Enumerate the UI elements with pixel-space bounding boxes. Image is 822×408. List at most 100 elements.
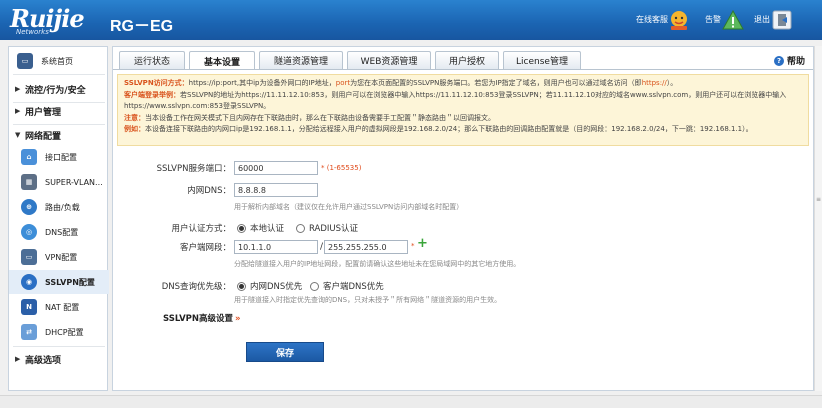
customer-service-icon[interactable] [668,9,690,31]
sidebar-group-flow-control[interactable]: ▶ 流控/行为/安全 [9,77,109,101]
sidebar-item-label: SSLVPN配置 [45,277,95,287]
sslvpn-globe-icon: ◉ [21,274,37,290]
sidebar-item-label: DHCP配置 [45,327,84,337]
product-name: RG－EG [110,18,174,35]
sidebar-item-label: NAT 配置 [45,302,80,312]
info-line-example: 客户端登录举例：若SSLVPN的地址为https://11.11.12.10:8… [124,90,802,102]
help-button[interactable]: ? 帮助 [773,54,805,67]
main-panel: 运行状态 基本设置 隧道资源管理 WEB资源管理 用户授权 License管理 … [112,46,814,391]
chevron-right-icon: » [235,314,241,324]
sidebar-group-advanced[interactable]: ▶ 高级选项 [9,347,109,371]
sidebar-item-nat[interactable]: N NAT 配置 [9,295,109,319]
sidebar-item-label: SUPER-VLAN... [45,177,103,187]
info-text: https://www.sslvpn.com:853登录SSLVPN。 [124,102,271,110]
right-scrollbar[interactable]: ≡ [814,46,822,391]
nat-icon: N [21,299,37,315]
vlan-icon: ▦ [21,174,37,190]
divider [13,74,105,75]
bottom-status-bar [0,395,822,408]
sidebar-item-label: 路由/负载 [45,202,80,212]
sslvpn-port-input[interactable] [234,161,318,175]
info-label: SSLVPN访问方式： [124,79,189,87]
auth-method-label: 用户认证方式： [171,224,231,234]
sidebar-item-label: DNS配置 [45,227,79,237]
info-label: 客户端登录举例： [124,90,180,99]
intranet-dns-label: 内网DNS： [187,186,231,196]
collapse-arrow-icon: ▼ [15,131,21,139]
auth-local-radio[interactable]: 本地认证 [237,222,284,234]
tab-tunnel-resources[interactable]: 隧道资源管理 [259,51,343,69]
sidebar-item-dns[interactable]: ◎ DNS配置 [9,220,109,244]
info-line-note: 注意：当本设备工作在网关模式下且内网存在下联路由时，那么在下联路由设备需要手工配… [124,113,802,125]
info-text: 为您在本页面配置的SSLVPN服务端口。若您为IP指定了域名，则用户也可以通过域… [350,79,642,87]
sidebar-item-dhcp[interactable]: ⇄ DHCP配置 [9,320,109,344]
dns-hint: 用于解析内部域名（建议仅在允许用户通过SSLVPN访问内部域名时配置） [234,203,464,211]
vpn-monitor-icon: ▭ [21,249,37,265]
tab-web-resources[interactable]: WEB资源管理 [347,51,431,69]
sidebar-group-network-config[interactable]: ▼ 网络配置 [9,123,109,147]
interface-icon: ⌂ [21,149,37,165]
dns-priority-hint: 用于隧道接入时指定优先查询的DNS，只对未授予＂所有网络＂隧道资源的用户生效。 [234,296,502,304]
info-line-access: SSLVPN访问方式：https://ip:port,其中ip为设备外网口的IP… [124,78,802,90]
sidebar-item-routing[interactable]: ⊕ 路由/负载 [9,195,109,219]
sslvpn-advanced-settings-link[interactable]: SSLVPN高级设置» [163,312,241,324]
logo-subtitle: Networks [16,28,49,36]
tab-basic-settings[interactable]: 基本设置 [189,51,255,70]
radio-unselected-icon [296,223,305,233]
info-line-for-example: 例如：本设备连接下联路由的内网口ip是192.168.1.1，分配给远程接入用户… [124,124,802,136]
routing-icon: ⊕ [21,199,37,215]
add-segment-plus-icon[interactable]: + [417,236,428,251]
segment-required-marker: * [411,242,415,250]
intranet-dns-input[interactable] [234,183,318,197]
info-label: 例如： [124,125,145,133]
radio-label: 客户端DNS优先 [323,282,384,292]
logout-link[interactable]: 退出 [754,14,770,25]
sidebar-group-label: 高级选项 [25,355,62,366]
tab-run-status[interactable]: 运行状态 [119,51,185,69]
help-label: 帮助 [786,57,805,67]
radio-label: 本地认证 [250,224,285,234]
segment-separator: / [320,242,324,252]
sidebar-group-label: 用户管理 [25,107,62,118]
sidebar-nav: ▭ 系统首页 ▶ 流控/行为/安全 ▶ 用户管理 ▼ 网络配置 ⌂ 接口配置 ▦… [8,46,109,391]
dns-internal-first-radio[interactable]: 内网DNS优先 [237,280,302,292]
sidebar-item-home[interactable]: ▭ 系统首页 [9,49,109,73]
alert-icon[interactable] [722,9,744,31]
client-segment-label: 客户端网段： [179,243,231,253]
info-text: 本设备连接下联路由的内网口ip是192.168.1.1，分配给远程接入用户的虚拟… [145,125,753,133]
tab-license-management[interactable]: License管理 [503,51,581,69]
sidebar-item-label: 系统首页 [41,56,73,66]
info-text: 当本设备工作在网关模式下且内网存在下联路由时，那么在下联路由设备需要手工配置＂静… [145,113,495,122]
auth-radius-radio[interactable]: RADIUS认证 [296,222,358,234]
sidebar-item-sslvpn[interactable]: ◉ SSLVPN配置 [9,270,109,294]
dns-priority-label: DNS查询优先级： [161,282,231,292]
advanced-settings-label: SSLVPN高级设置 [163,314,234,324]
segment-hint: 分配给隧道接入用户的IP地址网段，配置前请确认这些地址未在您局域网中的其它地方使… [234,260,521,268]
sidebar-item-super-vlan[interactable]: ▦ SUPER-VLAN... [9,170,109,194]
logout-icon[interactable] [772,10,792,30]
sidebar-item-label: VPN配置 [45,252,78,262]
sidebar-item-label: 接口配置 [45,152,77,162]
sidebar-group-label: 网络配置 [25,131,62,142]
info-notice-box: SSLVPN访问方式：https://ip:port,其中ip为设备外网口的IP… [117,74,809,146]
radio-selected-icon [237,281,246,291]
info-highlight: port [335,79,351,87]
client-segment-mask-input[interactable] [324,240,408,254]
online-customer-link[interactable]: 在线客服 [636,14,668,25]
radio-selected-icon [237,223,246,233]
alert-link[interactable]: 告警 [705,14,721,25]
expand-arrow-icon: ▶ [15,85,21,93]
sidebar-group-user-management[interactable]: ▶ 用户管理 [9,99,109,123]
sidebar-item-vpn[interactable]: ▭ VPN配置 [9,245,109,269]
expand-arrow-icon: ▶ [15,355,21,363]
info-text: https://ip:port,其中ip为设备外网口的IP地址， [188,79,336,87]
dns-client-first-radio[interactable]: 客户端DNS优先 [310,280,384,292]
monitor-icon: ▭ [17,53,33,69]
client-segment-ip-input[interactable] [234,240,318,254]
top-header: Ruijie Networks RG－EG 在线客服 告警 退出 [0,0,822,40]
tab-user-authorization[interactable]: 用户授权 [435,51,499,69]
save-button[interactable]: 保存 [246,342,324,362]
radio-label: 内网DNS优先 [250,282,303,292]
sidebar-item-interface[interactable]: ⌂ 接口配置 [9,145,109,169]
port-label: SSLVPN服务端口： [156,164,231,174]
